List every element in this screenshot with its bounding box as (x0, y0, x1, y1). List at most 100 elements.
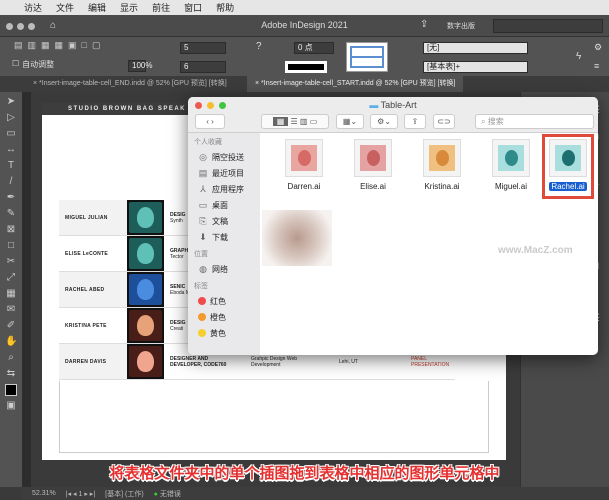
stroke-color-swatch[interactable] (285, 61, 327, 73)
menu-finder[interactable]: 访达 (24, 1, 42, 14)
gradient-tool-icon[interactable]: ▦ (5, 288, 17, 300)
file-darren[interactable]: Darren.ai (268, 139, 340, 191)
share-button[interactable]: ⇪ (404, 114, 426, 129)
desktop-icon: ▭ (198, 200, 208, 210)
stroke-proxy[interactable] (346, 42, 388, 72)
file-miguel[interactable]: Miguel.ai (475, 139, 547, 191)
sidebar-tag-red[interactable]: 红色 (188, 293, 260, 309)
drag-preview-image (262, 210, 332, 266)
search-input[interactable]: ⌕ 搜索 (475, 114, 594, 129)
network-icon: ◍ (199, 264, 207, 274)
menu-help[interactable]: 帮助 (216, 1, 234, 14)
back-forward-buttons[interactable]: ‹ › (195, 114, 225, 129)
graphic-cell[interactable] (127, 343, 164, 380)
sidebar-item-desktop[interactable]: ▭ 桌面 (188, 197, 260, 213)
table-style-select[interactable]: [基本表]+ (423, 61, 528, 73)
zoom-tool-icon[interactable]: ⌕ (5, 352, 17, 364)
sidebar-tag-orange[interactable]: 橙色 (188, 309, 260, 325)
swap-colors-icon[interactable]: ⇆ (5, 368, 17, 380)
menu-view[interactable]: 显示 (120, 1, 138, 14)
graphic-cell[interactable] (127, 200, 164, 236)
cell-style-select[interactable]: [无] (423, 42, 528, 54)
menu-bar: 访达 文件 编辑 显示 前往 窗口 帮助 (0, 0, 609, 15)
rows-field[interactable]: 5 (180, 42, 226, 54)
sidebar-item-recents[interactable]: ▤ 最近项目 (188, 165, 260, 181)
rectangle-tool-icon[interactable]: □ (5, 240, 17, 252)
page-tool-icon[interactable]: ▭ (5, 128, 17, 140)
applications-icon: ⅄ (200, 184, 206, 194)
search-stock-input[interactable] (493, 19, 603, 33)
workspace-switcher[interactable]: 数字出版 (447, 21, 475, 31)
type-tool-icon[interactable]: T (5, 160, 17, 172)
menu-window[interactable]: 窗口 (184, 1, 202, 14)
selection-tool-icon[interactable]: ➤ (5, 96, 17, 108)
graphic-cell[interactable] (127, 307, 164, 344)
control-panel: ▤▥▦▦▣□▢ ☐ 自动调整 100% 5 6 ? 0 点 [无] [基本表]+ … (0, 37, 609, 76)
table-align-buttons[interactable]: ▤▥▦▦▣□▢ (14, 40, 105, 51)
view-mode-icon[interactable]: ▣ (5, 400, 17, 412)
document-tabs: × *Insert-image-table-cell_END.indd @ 52… (0, 76, 609, 92)
gear-icon[interactable]: ⚙ (594, 42, 602, 53)
watermark: www.MacZ.com (498, 245, 573, 256)
status-bar: 52.31% |◂ ◂ 1 ▸ ▸| [基本] (工作) ● 无错误 (22, 487, 609, 500)
file-elise[interactable]: Elise.ai (337, 139, 409, 191)
menu-edit[interactable]: 编辑 (88, 1, 106, 14)
transform-tool-icon[interactable]: ⤢ (5, 272, 17, 284)
panel-menu-icon[interactable]: ≡ (594, 61, 599, 71)
graphic-cell[interactable] (127, 271, 164, 308)
preflight-status[interactable]: ● 无错误 (154, 489, 181, 499)
folder-icon: ▬ (369, 100, 379, 110)
auto-adjust-checkbox[interactable]: ☐ 自动调整 (12, 59, 54, 70)
pen-tool-icon[interactable]: ✒ (5, 192, 17, 204)
stroke-weight-field[interactable]: 0 点 (294, 42, 334, 54)
view-mode-buttons[interactable]: ▦ ☰ ▥ ▭ (261, 114, 329, 129)
fill-stroke-swatch[interactable] (5, 384, 17, 396)
finder-toolbar: ▬ Table-Art ‹ › ▦ ☰ ▥ ▭ ▦⌄ ⚙⌄ ⇪ ⊂⊃ ⌕ 搜索 (188, 97, 598, 133)
ai-file-icon (423, 139, 461, 177)
eyedropper-tool-icon[interactable]: ✐ (5, 320, 17, 332)
finder-window: ▬ Table-Art ‹ › ▦ ☰ ▥ ▭ ▦⌄ ⚙⌄ ⇪ ⊂⊃ ⌕ 搜索 … (188, 97, 598, 355)
sidebar-item-airdrop[interactable]: ◎ 隔空投送 (188, 149, 260, 165)
scissors-tool-icon[interactable]: ✂ (5, 256, 17, 268)
sidebar-item-downloads[interactable]: ⬇ 下载 (188, 229, 260, 245)
file-rachel-selected[interactable]: Rachel.ai (542, 134, 594, 199)
group-button[interactable]: ▦⌄ (336, 114, 364, 129)
downloads-icon: ⬇ (199, 232, 207, 242)
help-icon[interactable]: ? (256, 41, 262, 52)
share-icon[interactable]: ⇪ (420, 19, 428, 30)
columns-field[interactable]: 6 (180, 61, 226, 73)
scale-field[interactable]: 100% (128, 60, 152, 72)
gap-tool-icon[interactable]: ↔ (5, 144, 17, 156)
zoom-level[interactable]: 52.31% (32, 490, 56, 497)
sidebar-tag-yellow[interactable]: 黄色 (188, 325, 260, 341)
vertical-ruler (22, 92, 31, 487)
hand-tool-icon[interactable]: ✋ (5, 336, 17, 348)
line-tool-icon[interactable]: / (5, 176, 17, 188)
finder-title: Table-Art (380, 100, 417, 110)
tag-button[interactable]: ⊂⊃ (433, 114, 455, 129)
ai-file-icon (492, 139, 530, 177)
note-tool-icon[interactable]: ✉ (5, 304, 17, 316)
graphic-cell[interactable] (127, 235, 164, 272)
tab-start[interactable]: × *Insert-image-table-cell_START.indd @ … (247, 76, 464, 92)
sidebar-item-network[interactable]: ◍ 网络 (188, 261, 260, 277)
sidebar-item-applications[interactable]: ⅄ 应用程序 (188, 181, 260, 197)
documents-icon: ⎘ (199, 216, 207, 226)
airdrop-icon: ◎ (199, 152, 207, 162)
ai-file-icon (354, 139, 392, 177)
page-nav[interactable]: |◂ ◂ 1 ▸ ▸| (66, 490, 95, 498)
action-gear-button[interactable]: ⚙⌄ (370, 114, 398, 129)
style-selector[interactable]: [基本] (工作) (105, 489, 144, 499)
menu-file[interactable]: 文件 (56, 1, 74, 14)
tab-end[interactable]: × *Insert-image-table-cell_END.indd @ 52… (25, 76, 235, 92)
menu-go[interactable]: 前往 (152, 1, 170, 14)
frame-tool-icon[interactable]: ⊠ (5, 224, 17, 236)
app-titlebar: ⌂ Adobe InDesign 2021 ⇪ 数字出版 (0, 15, 609, 37)
lightning-icon[interactable]: ϟ (576, 51, 581, 62)
tools-panel: ➤ ▷ ▭ ↔ T / ✒ ✎ ⊠ □ ✂ ⤢ ▦ ✉ ✐ ✋ ⌕ ⇆ ▣ (0, 92, 22, 487)
ai-file-icon (285, 139, 323, 177)
direct-selection-icon[interactable]: ▷ (5, 112, 17, 124)
file-kristina[interactable]: Kristina.ai (406, 139, 478, 191)
sidebar-item-documents[interactable]: ⎘ 文稿 (188, 213, 260, 229)
pencil-tool-icon[interactable]: ✎ (5, 208, 17, 220)
